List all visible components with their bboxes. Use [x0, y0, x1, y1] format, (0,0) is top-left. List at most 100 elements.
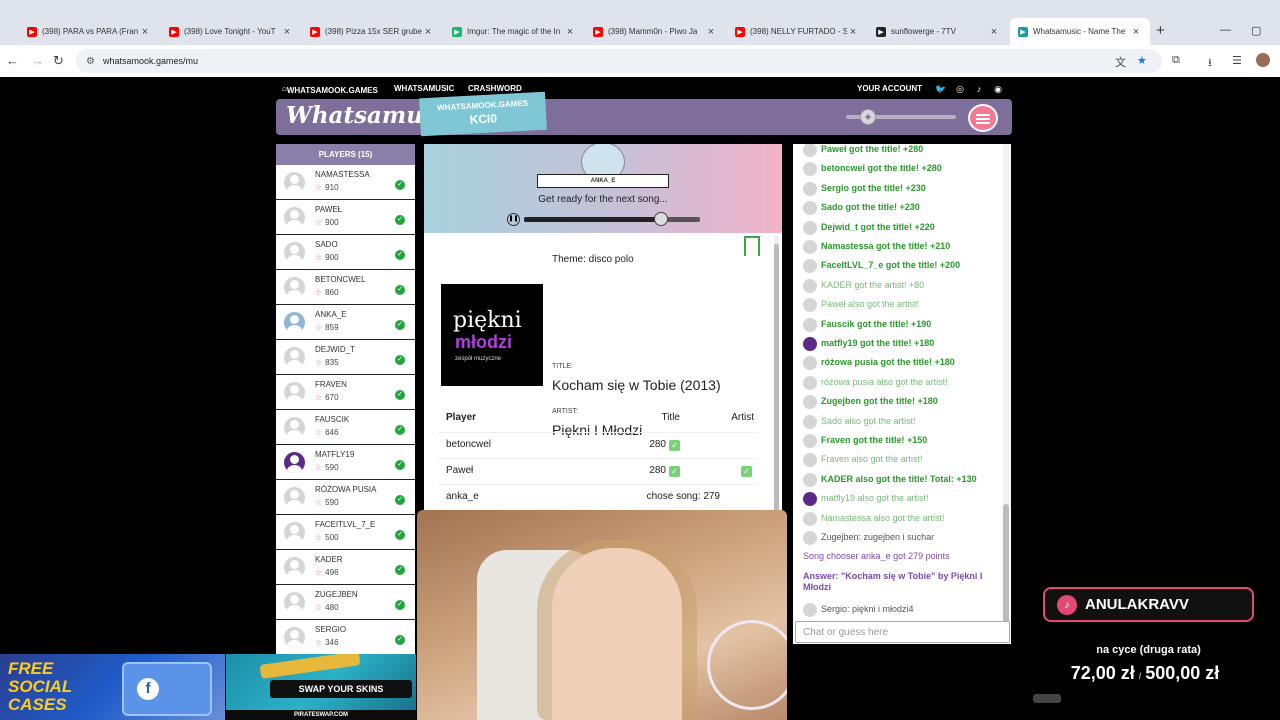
browser-tab[interactable]: ▶ Whatsamusic - Name The ×	[1010, 18, 1150, 45]
check-icon: ✓	[395, 495, 405, 505]
chat-panel: Paweł got the title! +280 betoncwel got t…	[793, 144, 1011, 644]
chat-text: Zugejben got the title! +180	[821, 396, 938, 407]
result-player: anka_e	[446, 491, 479, 502]
tab-title: Whatsamusic - Name The	[1033, 27, 1126, 36]
browser-tab[interactable]: ▶ (398) Love Tonight - YouT ×	[161, 18, 301, 45]
chat-text: Fraven also got the artist!	[821, 454, 923, 465]
album-cover: piękni młodzi zespół muzyczne	[441, 284, 543, 386]
tiktok-icon[interactable]: ♪	[974, 84, 984, 94]
check-icon: ✓	[395, 180, 405, 190]
hamburger-menu-button[interactable]	[968, 104, 998, 132]
address-bar[interactable]: ⚙ whatsamook.games/mu	[76, 49, 1162, 73]
chat-scrollbar[interactable]	[1003, 144, 1009, 644]
bookmark-icon[interactable]	[744, 236, 760, 256]
chat-text: różowa pusia got the title! +180	[821, 357, 955, 368]
check-icon: ✓	[741, 466, 752, 477]
chat-text: Namastessa also got the artist!	[821, 512, 945, 523]
translate-icon[interactable]: 文	[1115, 54, 1126, 70]
chat-text: Paweł got the title! +280	[821, 144, 924, 154]
close-tab-icon[interactable]: ×	[705, 26, 717, 38]
extensions-icon[interactable]: ⧉	[1172, 54, 1180, 67]
donation-goal-label: na cyce (druga rata)	[1096, 644, 1201, 656]
chat-text: betoncwel got the title! +280	[821, 163, 942, 174]
player-row: ZUGEJBEN ☆ 480 ✓	[276, 585, 415, 620]
chat-text: Sergio: piękni i młodzi4	[821, 603, 914, 614]
player-row: RÓŻOWA PUSIA ☆ 590 ✓	[276, 480, 415, 515]
maximize-icon[interactable]: ▢	[1251, 24, 1261, 37]
round-status: Get ready for the next song...	[538, 194, 668, 205]
chat-avatar	[803, 453, 817, 468]
swap-skins-button[interactable]: SWAP YOUR SKINS	[270, 680, 412, 698]
table-row: anka_e chose song: 279	[438, 484, 758, 510]
player-score: ☆ 900	[315, 218, 339, 227]
pause-button[interactable]: ❚❚	[507, 213, 520, 226]
star-icon: ☆	[315, 288, 323, 297]
close-tab-icon[interactable]: ×	[564, 26, 576, 38]
chat-avatar	[803, 531, 817, 545]
close-tab-icon[interactable]: ×	[422, 26, 434, 38]
player-score: ☆ 835	[315, 358, 339, 367]
instagram-icon[interactable]: ◎	[955, 84, 965, 94]
nav-whatsamusic-link[interactable]: WHATSAMUSIC	[394, 84, 454, 93]
chat-text: Answer: "Kocham się w Tobie" by Piękni I…	[803, 570, 983, 592]
site-info-icon[interactable]: ⚙	[86, 56, 95, 67]
result-title-points: 280 ✓	[649, 465, 680, 477]
player-avatar	[284, 522, 305, 543]
player-name: BETONCWEL	[315, 275, 366, 284]
bookmark-star-icon[interactable]: ★	[1137, 54, 1147, 67]
goal-current: 72,00 zł	[1070, 663, 1135, 683]
volume-slider[interactable]: ◈	[846, 109, 956, 125]
check-icon: ✓	[395, 460, 405, 470]
forward-icon[interactable]: →	[31, 53, 44, 68]
close-tab-icon[interactable]: ×	[1130, 26, 1142, 38]
player-score: ☆ 670	[315, 393, 339, 402]
new-tab-button[interactable]: +	[1156, 22, 1165, 39]
close-tab-icon[interactable]: ×	[847, 26, 859, 38]
chat-input[interactable]	[795, 621, 1010, 643]
song-progress-bar[interactable]	[524, 212, 700, 226]
back-icon[interactable]: ←	[6, 53, 19, 68]
reload-icon[interactable]: ↻	[53, 53, 64, 69]
browser-tab[interactable]: ▶ (398) Pizza 15x SER grube ×	[302, 18, 442, 45]
ad2-gun-image	[259, 654, 361, 679]
player-avatar	[284, 207, 305, 228]
check-icon: ✓	[669, 466, 680, 477]
browser-tab[interactable]: ▶ Imgur: The magic of the In ×	[444, 18, 584, 45]
free-cases-ad[interactable]: FREE SOCIAL CASES f	[0, 654, 225, 720]
browser-tab[interactable]: ▶ sunflowerge - 7TV ×	[868, 18, 1008, 45]
nav-crashword-link[interactable]: CRASHWORD	[468, 84, 522, 93]
player-name: FRAVEN	[315, 380, 347, 389]
player-name: FACEITLVL_7_E	[315, 520, 376, 529]
menu-list-icon[interactable]: ☰	[1232, 54, 1242, 67]
twitter-icon[interactable]: 🐦	[935, 84, 946, 94]
nav-home-link[interactable]: ⌂ WHATSAMOOK.GAMES	[282, 84, 378, 95]
star-icon: ☆	[315, 218, 323, 227]
browser-tab[interactable]: ▶ (398) Mamm0n - Piwo Ja ×	[585, 18, 725, 45]
profile-avatar[interactable]	[1256, 53, 1270, 67]
volume-knob[interactable]: ◈	[860, 109, 877, 125]
player-avatar	[284, 312, 305, 333]
pirateswap-ad[interactable]: SWAP YOUR SKINS PIRATESWAP.COM	[226, 654, 416, 720]
tab-title: (398) Pizza 15x SER grube	[325, 27, 422, 36]
song-player-bar: ANKA_E Get ready for the next song... ❚❚	[424, 144, 782, 233]
player-name: SERGIO	[315, 625, 347, 634]
youtube-icon: ▶	[593, 26, 603, 37]
minimize-icon[interactable]: —	[1220, 24, 1231, 36]
close-tab-icon[interactable]: ×	[988, 26, 1000, 38]
browser-tab[interactable]: ▶ (398) PARA vs PARA (Fran ×	[19, 18, 159, 45]
download-icon[interactable]: ⭳	[1208, 54, 1212, 73]
close-tab-icon[interactable]: ×	[281, 26, 293, 38]
imgur-icon: ▶	[452, 26, 462, 37]
discord-icon[interactable]: ◉	[993, 84, 1003, 94]
close-tab-icon[interactable]: ×	[139, 26, 151, 38]
site-header: Whatsamusic WHATSAMOOK.GAMES KCI0 ◈	[276, 91, 1012, 137]
browser-tab[interactable]: ▶ (398) NELLY FURTADO - S ×	[727, 18, 867, 45]
col-title: Title	[661, 412, 680, 423]
chat-avatar	[803, 259, 817, 274]
player-avatar	[284, 347, 305, 368]
youtube-icon: ▶	[735, 26, 745, 37]
account-link[interactable]: YOUR ACCOUNT	[857, 84, 922, 93]
song-progress-knob[interactable]	[654, 212, 669, 226]
player-row: SERGIO ☆ 346 ✓	[276, 620, 415, 655]
players-header: PLAYERS (15)	[276, 144, 415, 165]
